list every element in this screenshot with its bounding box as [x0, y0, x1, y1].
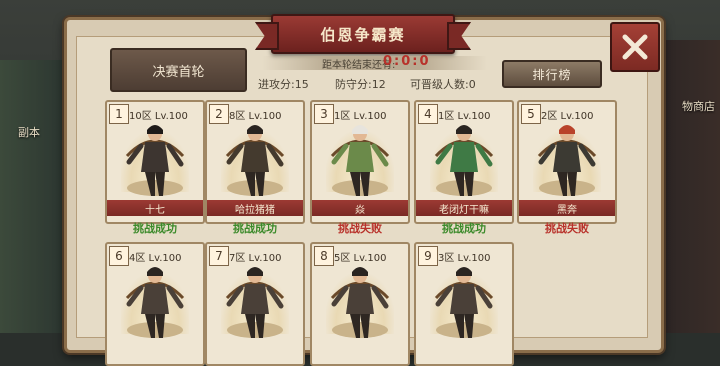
player-name: 老闭灯干嘛 — [416, 200, 512, 216]
challenge-result: 挑战成功 — [233, 222, 277, 235]
background-left-scene — [0, 60, 70, 333]
warrior-portrait-icon — [330, 267, 390, 338]
challenge-result: 挑战失败 — [545, 222, 589, 235]
player-name: 焱 — [312, 200, 408, 216]
attack-score: 进攻分:15 — [258, 78, 309, 91]
title-banner: 伯恩争霸赛 — [271, 14, 455, 54]
page-title: 伯恩争霸赛 — [320, 26, 406, 44]
server-level: 1区 Lv.100 — [334, 111, 387, 122]
player-name: 哈拉猪猪 — [207, 200, 303, 216]
challenge-result: 挑战失败 — [338, 222, 382, 235]
rank-number: 4 — [418, 104, 438, 124]
challenge-result: 挑战成功 — [133, 222, 177, 235]
opponent-card[interactable]: 3 1区 Lv.100 焱 — [310, 100, 410, 224]
bg-label-shop: 物商店 — [682, 100, 715, 113]
opponent-card[interactable]: 5 2区 Lv.100 黑奔 — [517, 100, 617, 224]
leaderboard-button[interactable]: 排行榜 — [502, 60, 602, 88]
rank-number: 6 — [109, 246, 129, 266]
server-level: 1区 Lv.100 — [438, 111, 491, 122]
server-level: 7区 Lv.100 — [229, 253, 282, 264]
close-icon — [622, 34, 648, 60]
server-level: 2区 Lv.100 — [541, 111, 594, 122]
server-level: 4区 Lv.100 — [129, 253, 182, 264]
warrior-portrait-icon — [225, 267, 285, 338]
round-tab[interactable]: 决赛首轮 — [110, 48, 247, 92]
opponent-card[interactable]: 8 5区 Lv.100 — [310, 242, 410, 366]
server-level: 3区 Lv.100 — [438, 253, 491, 264]
defense-score: 防守分:12 — [335, 78, 386, 91]
opponent-card[interactable]: 2 8区 Lv.100 哈拉猪猪 — [205, 100, 305, 224]
warrior-portrait-icon — [434, 125, 494, 196]
rank-number: 7 — [209, 246, 229, 266]
warrior-portrait-icon — [537, 125, 597, 196]
server-level: 10区 Lv.100 — [129, 111, 188, 122]
rank-number: 2 — [209, 104, 229, 124]
challenge-result: 挑战成功 — [442, 222, 486, 235]
opponent-card[interactable]: 1 10区 Lv.100 十七 — [105, 100, 205, 224]
rank-number: 5 — [521, 104, 541, 124]
opponent-card[interactable]: 4 1区 Lv.100 老闭灯干嘛 — [414, 100, 514, 224]
promotable-count: 可晋级人数:0 — [410, 78, 476, 91]
rank-number: 1 — [109, 104, 129, 124]
close-button[interactable] — [610, 22, 660, 72]
warrior-portrait-icon — [125, 267, 185, 338]
warrior-portrait-icon — [330, 125, 390, 196]
rank-number: 8 — [314, 246, 334, 266]
rank-number: 9 — [418, 246, 438, 266]
timer-value: 0:0:0 — [383, 54, 431, 69]
warrior-portrait-icon — [434, 267, 494, 338]
bg-label-dungeon: 副本 — [18, 126, 40, 139]
rank-number: 3 — [314, 104, 334, 124]
warrior-portrait-icon — [125, 125, 185, 196]
server-level: 8区 Lv.100 — [229, 111, 282, 122]
opponent-card[interactable]: 6 4区 Lv.100 — [105, 242, 205, 366]
player-name: 十七 — [107, 200, 203, 216]
opponent-card[interactable]: 7 7区 Lv.100 — [205, 242, 305, 366]
opponent-card[interactable]: 9 3区 Lv.100 — [414, 242, 514, 366]
server-level: 5区 Lv.100 — [334, 253, 387, 264]
warrior-portrait-icon — [225, 125, 285, 196]
player-name: 黑奔 — [519, 200, 615, 216]
